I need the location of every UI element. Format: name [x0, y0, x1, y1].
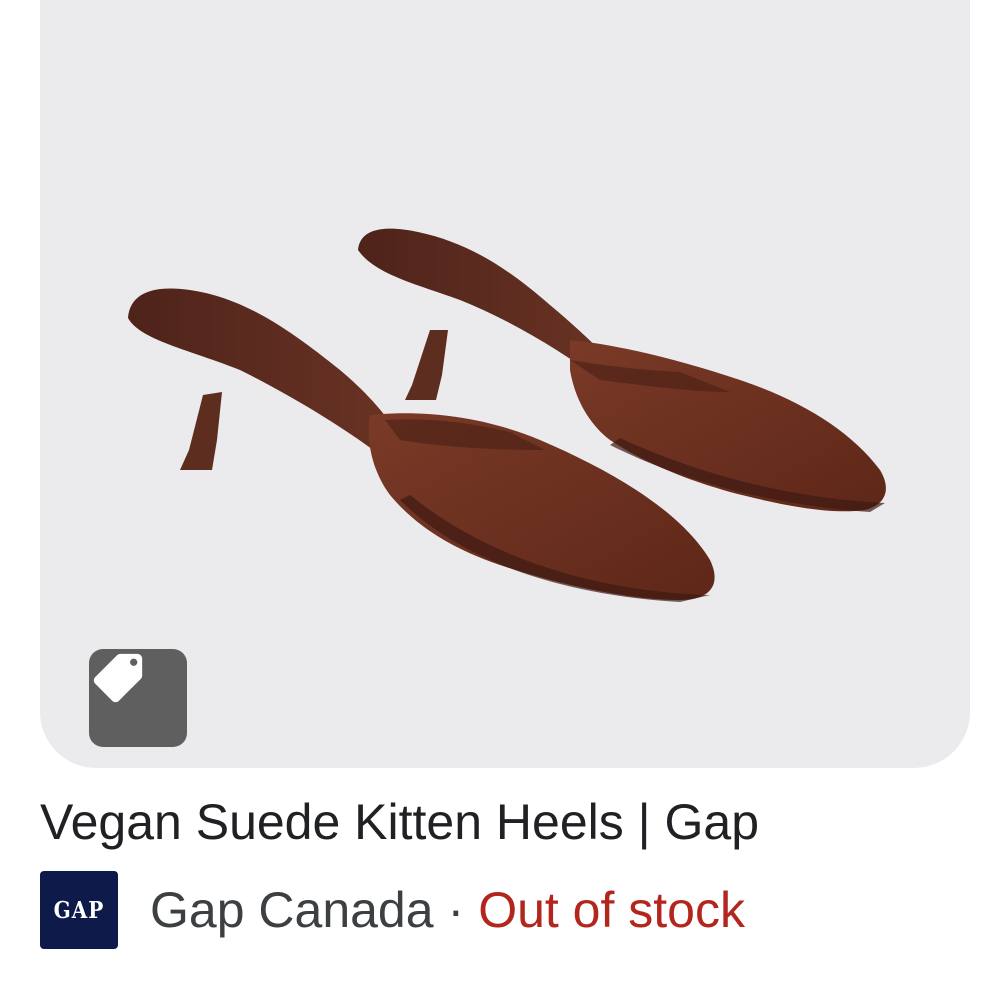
- product-card[interactable]: Vegan Suede Kitten Heels | Gap GAP Gap C…: [0, 0, 1000, 1000]
- separator: ·: [447, 882, 465, 938]
- merchant-logo: GAP: [40, 871, 118, 949]
- price-tag-icon: [93, 653, 143, 703]
- merchant-name[interactable]: Gap Canada: [150, 881, 434, 939]
- availability-status: Out of stock: [478, 882, 745, 938]
- merchant-logo-text: GAP: [53, 896, 105, 924]
- merchant-row[interactable]: GAP Gap Canada · Out of stock: [40, 870, 745, 950]
- price-tag-button[interactable]: [89, 649, 187, 747]
- product-image[interactable]: [40, 0, 970, 768]
- product-title[interactable]: Vegan Suede Kitten Heels | Gap: [40, 790, 980, 854]
